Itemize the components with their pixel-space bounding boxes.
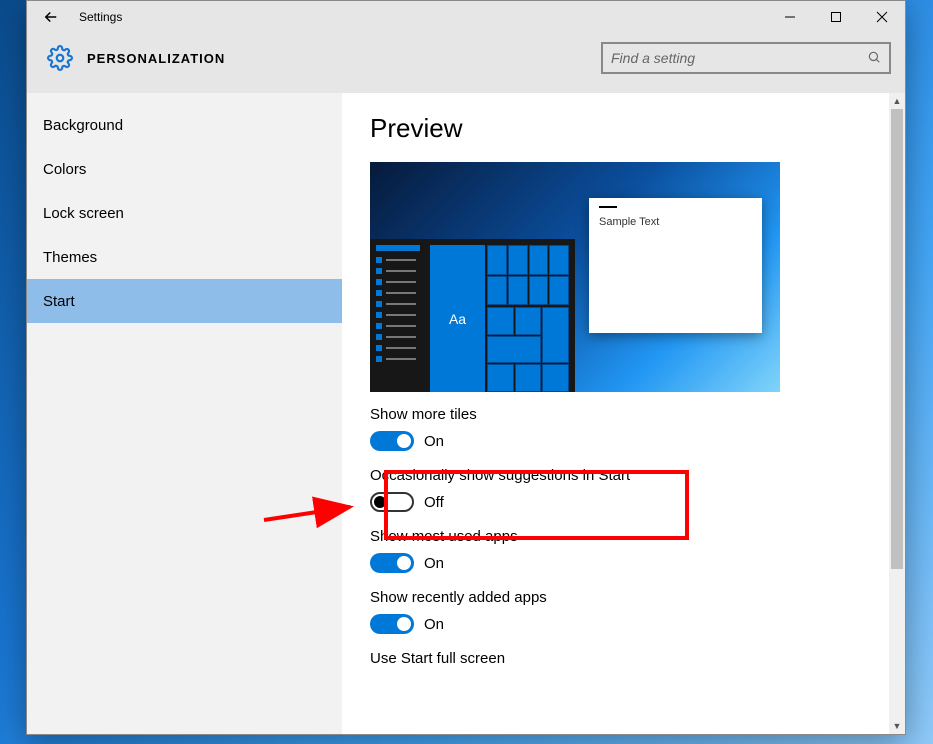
scrollbar-down-icon[interactable]: ▼ [889,718,905,734]
minimize-button[interactable] [767,1,813,33]
content-area: Background Colors Lock screen Themes Sta… [27,93,905,734]
sidebar-item-colors[interactable]: Colors [27,147,342,191]
header-section-title: PERSONALIZATION [87,51,225,66]
minimize-icon [784,11,796,23]
preview-tiles: Aa [430,239,575,392]
page-heading: Preview [370,113,885,144]
back-button[interactable] [27,1,75,33]
sidebar-item-label: Colors [43,161,86,178]
preview-sample-text: Sample Text [599,216,752,228]
toggle-state: On [424,616,444,633]
window-title: Settings [75,10,122,24]
setting-full-screen: Use Start full screen [370,650,885,667]
preview-start-menu: Aa [370,239,575,392]
search-box[interactable] [601,42,891,74]
gear-icon [47,45,73,71]
preview-sample-window: Sample Text [589,198,762,333]
setting-recently-added: Show recently added apps On [370,589,885,634]
settings-window: Settings PERSONALIZATION Background Colo [26,0,906,735]
preview-app-list [370,239,430,392]
toggle-recently-added[interactable] [370,614,414,634]
sidebar-item-lock-screen[interactable]: Lock screen [27,191,342,235]
sidebar-item-label: Start [43,293,75,310]
sidebar-item-background[interactable]: Background [27,103,342,147]
preview-accent-tile: Aa [430,245,485,392]
toggle-state: On [424,555,444,572]
sidebar-item-label: Background [43,117,123,134]
setting-label: Show more tiles [370,406,885,423]
setting-label: Show recently added apps [370,589,885,606]
toggle-show-suggestions[interactable] [370,492,414,512]
sidebar: Background Colors Lock screen Themes Sta… [27,93,342,734]
titlebar: Settings [27,1,905,33]
header: PERSONALIZATION [27,33,905,93]
setting-most-used-apps: Show most used apps On [370,528,885,573]
setting-label: Occasionally show suggestions in Start [370,467,885,484]
setting-label: Show most used apps [370,528,885,545]
setting-label: Use Start full screen [370,650,885,667]
setting-show-suggestions: Occasionally show suggestions in Start O… [370,467,885,512]
arrow-left-icon [42,8,60,26]
close-button[interactable] [859,1,905,33]
scrollbar[interactable]: ▲ ▼ [889,93,905,734]
setting-show-more-tiles: Show more tiles On [370,406,885,451]
scrollbar-up-icon[interactable]: ▲ [889,93,905,109]
maximize-button[interactable] [813,1,859,33]
close-icon [876,11,888,23]
toggle-state: Off [424,494,444,511]
scrollbar-thumb[interactable] [891,109,903,569]
start-preview: Aa Sample Text [370,162,780,392]
toggle-show-more-tiles[interactable] [370,431,414,451]
search-input[interactable] [611,50,867,66]
maximize-icon [830,11,842,23]
main-panel: Preview [342,93,905,734]
search-icon [867,50,881,67]
toggle-state: On [424,433,444,450]
sidebar-item-themes[interactable]: Themes [27,235,342,279]
sidebar-item-label: Themes [43,249,97,266]
sidebar-item-start[interactable]: Start [27,279,342,323]
sidebar-item-label: Lock screen [43,205,124,222]
toggle-most-used-apps[interactable] [370,553,414,573]
